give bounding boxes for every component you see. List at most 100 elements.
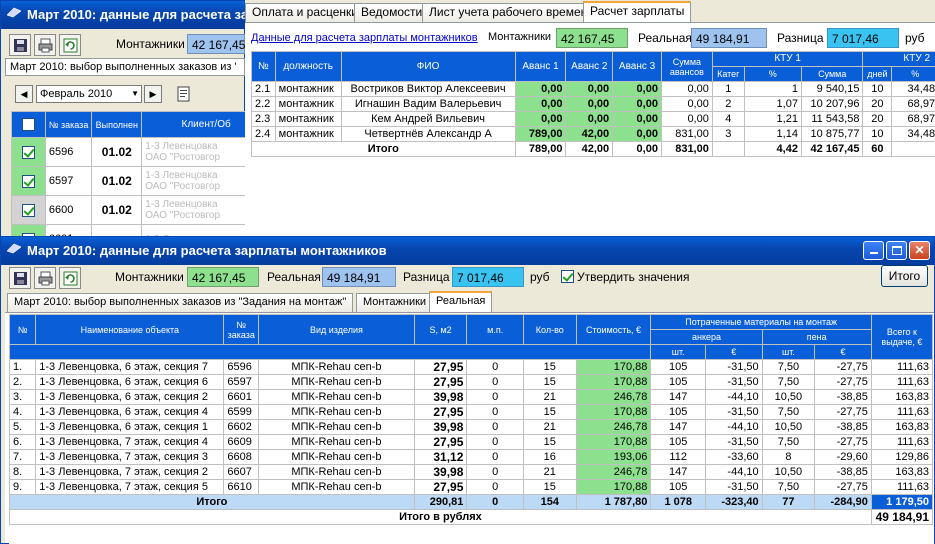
advance2-cell[interactable]: 0,00: [565, 96, 614, 112]
cost-cell: 246,78: [575, 419, 652, 435]
front-window-title: Март 2010: данные для расчета зарплаты м…: [27, 243, 387, 258]
row-total-cell: 111,63: [870, 479, 934, 495]
row-checkbox[interactable]: [21, 145, 35, 159]
object-name-cell: 1-3 Левенцовка, 6 этаж, секция 4: [35, 404, 225, 420]
ktu2-pct-cell: 68,97: [891, 111, 935, 127]
itogo-button[interactable]: Итого: [881, 265, 928, 287]
cost-cell: 170,88: [575, 404, 652, 420]
table-row[interactable]: 2.4 монтажник Четвертнёв Александр А 789,00…: [251, 126, 935, 142]
table-row[interactable]: 7. 1-3 Левенцовка, 7 этаж, секция 3 6608 МП…: [9, 449, 934, 465]
advance3-cell[interactable]: 0,00: [612, 81, 662, 97]
table-row[interactable]: 4. 1-3 Левенцовка, 6 этаж, секция 4 6599 МП…: [9, 404, 934, 420]
row-checkbox[interactable]: [21, 203, 35, 217]
anchor-eur-cell: -44,10: [705, 389, 763, 405]
kind-cell: МПК-Rehau cen-b: [258, 449, 415, 465]
ktu1-sum-cell: 10 207,96: [800, 96, 864, 112]
salary-data-link[interactable]: Данные для расчета зарплаты монтажников: [251, 32, 478, 44]
row-num: 2.: [9, 374, 37, 390]
area-cell: 27,95: [413, 359, 468, 375]
minimize-button[interactable]: [863, 241, 884, 260]
advance-sum-cell: 0,00: [660, 81, 713, 97]
ktu1-pct-cell: 1,21: [743, 111, 802, 127]
total-cost: 1 787,80: [575, 494, 652, 510]
fio-cell: Четвертнёв Александр А: [340, 126, 516, 142]
refresh-button[interactable]: [59, 34, 81, 56]
table-row[interactable]: 1. 1-3 Левенцовка, 6 этаж, секция 7 6596 МП…: [9, 359, 934, 375]
row-total-cell: 111,63: [870, 359, 934, 375]
tab-montazhniki[interactable]: Монтажники: [356, 293, 434, 312]
tab-salary-calc[interactable]: Расчет зарплаты: [583, 1, 692, 22]
month-prev-button[interactable]: ◀: [15, 85, 33, 103]
front-window-titlebar[interactable]: Март 2010: данные для расчета зарплаты м…: [1, 237, 934, 265]
table-row[interactable]: 6600 01.02 1-3 Левенцовка ОАО "Ростовгор: [11, 195, 246, 225]
ktu1-pct-cell: 1: [743, 81, 802, 97]
table-row[interactable]: 2.3 монтажник Кем Андрей Вильевич 0,00 0,00 0…: [251, 111, 935, 127]
refresh-button[interactable]: [59, 267, 81, 289]
close-button[interactable]: ✕: [909, 241, 930, 260]
done-date: 01.02: [91, 137, 143, 167]
chevron-down-icon: ▼: [131, 89, 139, 98]
maximize-button[interactable]: [886, 241, 907, 260]
advance2-cell[interactable]: 42,00: [565, 126, 614, 142]
position-cell: монтажник: [274, 81, 342, 97]
salary-real-label: Реальная: [638, 31, 692, 45]
save-button[interactable]: [9, 267, 31, 289]
table-row[interactable]: 6597 01.02 1-3 Левенцовка ОАО "Ростовгор: [11, 166, 246, 196]
month-select[interactable]: Февраль 2010 ▼: [36, 85, 142, 103]
table-row[interactable]: 2. 1-3 Левенцовка, 6 этаж, секция 6 6597 МП…: [9, 374, 934, 390]
total-sum: 42 167,45: [800, 141, 864, 157]
advance1-cell[interactable]: 0,00: [514, 111, 567, 127]
back-window-titlebar[interactable]: Март 2010: данные для расчета за: [1, 1, 246, 29]
app-icon: [7, 243, 21, 254]
advance1-cell[interactable]: 789,00: [514, 126, 567, 142]
advance3-cell[interactable]: 0,00: [612, 111, 662, 127]
order-number: 6597: [44, 166, 93, 196]
anchor-pcs-cell: 147: [650, 464, 706, 480]
advance1-cell[interactable]: 0,00: [514, 81, 567, 97]
foam-pcs-cell: 7,50: [761, 359, 816, 375]
table-row[interactable]: 5. 1-3 Левенцовка, 6 этаж, секция 1 6602 МП…: [9, 419, 934, 435]
foam-pcs-cell: 10,50: [761, 419, 816, 435]
document-icon[interactable]: [177, 86, 191, 102]
tab-payment-rates[interactable]: Оплата и расценки: [245, 3, 365, 22]
category-cell: 3: [711, 126, 745, 142]
total-rub-row: Итого в рублях 49 184,91: [9, 509, 934, 525]
advance3-cell[interactable]: 0,00: [612, 126, 662, 142]
anchor-pcs-cell: 105: [650, 374, 706, 390]
tab-statements[interactable]: Ведомости: [354, 3, 430, 22]
qty-cell: 15: [523, 359, 577, 375]
save-button[interactable]: [9, 34, 31, 56]
print-button[interactable]: [34, 34, 56, 56]
table-row[interactable]: 9. 1-3 Левенцовка, 7 этаж, секция 5 6610 МП…: [9, 479, 934, 495]
table-row[interactable]: 8. 1-3 Левенцовка, 7 этаж, секция 2 6607 МП…: [9, 464, 934, 480]
table-row[interactable]: 6596 01.02 1-3 Левенцовка ОАО "Ростовгор: [11, 137, 246, 167]
kind-cell: МПК-Rehau cen-b: [258, 464, 415, 480]
foam-eur-cell: -27,75: [814, 374, 872, 390]
tab-timesheet[interactable]: Лист учета рабочего времени: [422, 3, 601, 22]
advance3-cell[interactable]: 0,00: [612, 96, 662, 112]
table-row[interactable]: 2.1 монтажник Востриков Виктор Алексеевич 0…: [251, 81, 935, 97]
select-all-checkbox[interactable]: [21, 118, 35, 131]
table-row[interactable]: 2.2 монтажник Игнашин Вадим Валерьевич 0,00…: [251, 96, 935, 112]
qty-cell: 15: [523, 374, 577, 390]
advance1-cell[interactable]: 0,00: [514, 96, 567, 112]
object-name-cell: 1-3 Левенцовка, 6 этаж, секция 7: [35, 359, 225, 375]
advance2-cell[interactable]: 0,00: [565, 81, 614, 97]
object-name-cell: 1-3 Левенцовка, 7 этаж, секция 4: [35, 434, 225, 450]
print-button[interactable]: [34, 267, 56, 289]
tab-realnaya[interactable]: Реальная: [429, 291, 493, 312]
kind-cell: МПК-Rehau cen-b: [258, 434, 415, 450]
col-s: S, м2: [413, 314, 468, 345]
foam-pcs-cell: 7,50: [761, 404, 816, 420]
cost-cell: 170,88: [575, 359, 652, 375]
month-next-button[interactable]: ▶: [144, 85, 162, 103]
approve-checkbox[interactable]: [561, 270, 574, 283]
order-cell: 6602: [223, 419, 260, 435]
tab-orders-select[interactable]: Март 2010: выбор выполненных заказов из …: [7, 293, 354, 312]
row-checkbox[interactable]: [21, 174, 35, 188]
back-subtab[interactable]: Март 2010: выбор выполненных заказов из …: [5, 58, 245, 76]
order-cell: 6596: [223, 359, 260, 375]
advance2-cell[interactable]: 0,00: [565, 111, 614, 127]
table-row[interactable]: 6. 1-3 Левенцовка, 7 этаж, секция 4 6609 МП…: [9, 434, 934, 450]
table-row[interactable]: 3. 1-3 Левенцовка, 6 этаж, секция 2 6601 МП…: [9, 389, 934, 405]
